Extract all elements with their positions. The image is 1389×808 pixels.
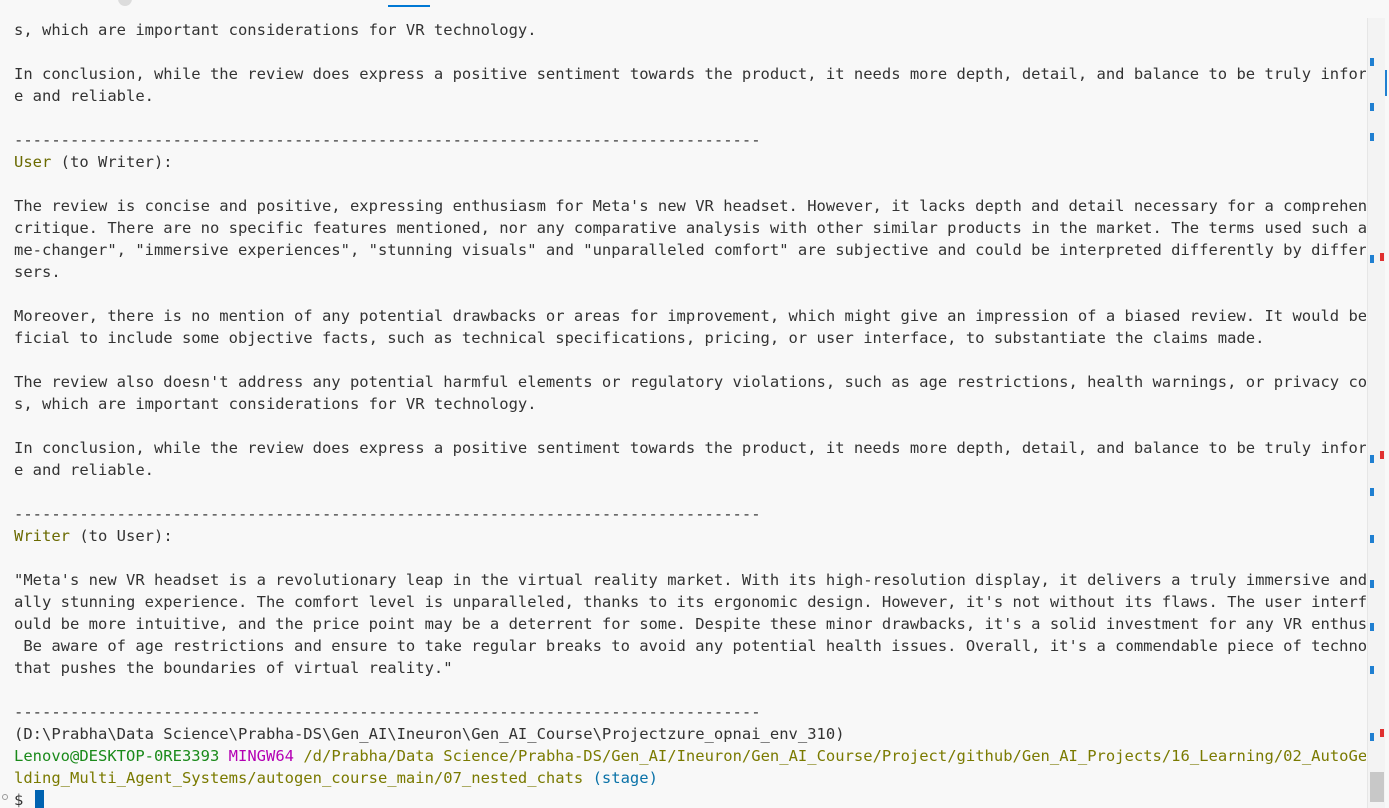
terminal-line: (D:\Prabha\Data Science\Prabha-DS\Gen_AI…	[14, 723, 1366, 745]
line-text: ----------------------------------------…	[14, 505, 761, 523]
terminal-line: $	[14, 789, 1366, 808]
terminal-line: User (to Writer):	[14, 151, 1366, 173]
prompt-path: lding_Multi_Agent_Systems/autogen_course…	[14, 769, 584, 787]
line-text: ould be more intuitive, and the price po…	[14, 615, 1366, 633]
line-text: In conclusion, while the review does exp…	[14, 439, 1366, 457]
line-text: "Meta's new VR headset is a revolutionar…	[14, 571, 1366, 589]
line-text: that pushes the boundaries of virtual re…	[14, 659, 453, 677]
terminal-line: critique. There are no specific features…	[14, 217, 1366, 239]
prompt-path: /d/Prabha/Data Science/Prabha-DS/Gen_AI/…	[303, 747, 1366, 765]
terminal-line: ----------------------------------------…	[14, 503, 1366, 525]
overview-ruler-mark	[1380, 729, 1384, 737]
line-text: s, which are important considerations fo…	[14, 21, 537, 39]
overview-ruler-mark	[1370, 255, 1374, 263]
prompt-branch: (stage)	[592, 769, 658, 787]
overview-ruler-mark	[1385, 70, 1387, 96]
terminal-line: Moreover, there is no mention of any pot…	[14, 305, 1366, 327]
terminal-line: that pushes the boundaries of virtual re…	[14, 657, 1366, 679]
line-text: ficial to include some objective facts, …	[14, 329, 1265, 347]
terminal-line: ould be more intuitive, and the price po…	[14, 613, 1366, 635]
line-text: (to Writer):	[51, 153, 173, 171]
terminal-line: Lenovo@DESKTOP-0RE3393 MINGW64 /d/Prabha…	[14, 745, 1366, 767]
terminal-line: ----------------------------------------…	[14, 129, 1366, 151]
line-text: critique. There are no specific features…	[14, 219, 1366, 237]
terminal-line: The review is concise and positive, expr…	[14, 195, 1366, 217]
terminal-line: s, which are important considerations fo…	[14, 19, 1366, 41]
overview-ruler-mark	[1370, 488, 1374, 496]
active-tab-indicator[interactable]	[388, 5, 430, 7]
terminal-line: ally stunning experience. The comfort le…	[14, 591, 1366, 613]
terminal-output[interactable]: s, which are important considerations fo…	[14, 19, 1366, 808]
prompt-shell: MINGW64	[228, 747, 294, 765]
terminal-line: e and reliable.	[14, 85, 1366, 107]
prompt-decoration-icon	[2, 794, 8, 800]
line-text: me-changer", "immersive experiences", "s…	[14, 241, 1366, 259]
line-text: $	[14, 791, 33, 808]
line-text: ----------------------------------------…	[14, 131, 761, 149]
terminal-line: e and reliable.	[14, 459, 1366, 481]
terminal-line: s, which are important considerations fo…	[14, 393, 1366, 415]
line-text	[219, 747, 228, 765]
terminal-line: In conclusion, while the review does exp…	[14, 63, 1366, 85]
scrollbar-thumb[interactable]	[1370, 772, 1384, 802]
prompt-user-host: Lenovo@DESKTOP-0RE3393	[14, 747, 220, 765]
top-tab-strip	[0, 0, 1389, 8]
line-text: (to User):	[70, 527, 173, 545]
overview-ruler-mark	[1370, 580, 1374, 588]
line-text: The review also doesn't address any pote…	[14, 373, 1366, 391]
line-text: ally stunning experience. The comfort le…	[14, 593, 1366, 611]
terminal-line: ficial to include some objective facts, …	[14, 327, 1366, 349]
overview-ruler-mark	[1370, 623, 1374, 631]
terminal-line: Be aware of age restrictions and ensure …	[14, 635, 1366, 657]
line-text: Moreover, there is no mention of any pot…	[14, 307, 1366, 325]
line-text: ----------------------------------------…	[14, 703, 761, 721]
line-text: s, which are important considerations fo…	[14, 395, 537, 413]
overview-ruler-mark	[1370, 133, 1374, 141]
line-text: sers.	[14, 263, 61, 281]
line-text: The review is concise and positive, expr…	[14, 197, 1366, 215]
line-text: In conclusion, while the review does exp…	[14, 65, 1366, 83]
line-text	[583, 769, 592, 787]
terminal-line: "Meta's new VR headset is a revolutionar…	[14, 569, 1366, 591]
text-cursor	[34, 790, 44, 808]
overview-ruler-mark	[1370, 58, 1374, 66]
terminal-line: me-changer", "immersive experiences", "s…	[14, 239, 1366, 261]
terminal-line: In conclusion, while the review does exp…	[14, 437, 1366, 459]
speaker-name: User	[14, 153, 52, 171]
terminal-line: lding_Multi_Agent_Systems/autogen_course…	[14, 767, 1366, 789]
overview-ruler-mark	[1370, 103, 1374, 111]
terminal-line: sers.	[14, 261, 1366, 283]
overview-ruler-mark	[1370, 666, 1374, 674]
terminal-line: The review also doesn't address any pote…	[14, 371, 1366, 393]
overview-ruler-mark	[1370, 535, 1374, 543]
line-text: Be aware of age restrictions and ensure …	[14, 637, 1366, 655]
terminal-line: ----------------------------------------…	[14, 701, 1366, 723]
line-text	[294, 747, 303, 765]
line-text: e and reliable.	[14, 87, 154, 105]
tab-circle-icon	[118, 0, 132, 6]
overview-ruler-mark	[1380, 253, 1384, 261]
line-text: e and reliable.	[14, 461, 154, 479]
line-text: (D:\Prabha\Data Science\Prabha-DS\Gen_AI…	[14, 725, 845, 743]
terminal-line: Writer (to User):	[14, 525, 1366, 547]
overview-ruler-mark	[1380, 451, 1384, 459]
overview-ruler-mark	[1370, 733, 1374, 741]
speaker-name: Writer	[14, 527, 70, 545]
overview-ruler-mark	[1370, 455, 1374, 463]
